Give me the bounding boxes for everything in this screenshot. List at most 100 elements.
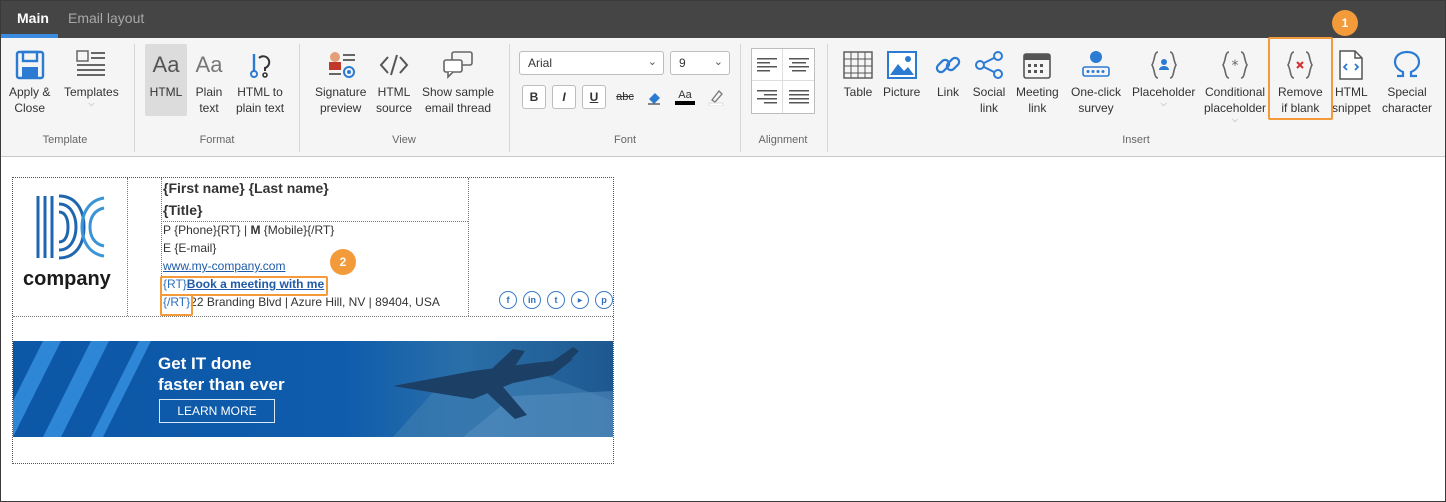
font-size-select[interactable]: 9 ⌄ [670, 51, 730, 75]
highlighter-icon [708, 90, 724, 106]
company-name: company [23, 268, 111, 290]
remove-if-blank-label-2: if blank [1281, 101, 1320, 115]
group-label-alignment: Alignment [758, 134, 808, 146]
divider [740, 44, 741, 152]
conditional-placeholder-label-2: placeholder [1204, 101, 1267, 115]
strikethrough-button[interactable]: abc [613, 85, 637, 109]
conditional-placeholder-button[interactable]: * Conditional placeholder ⌵ [1204, 48, 1266, 124]
align-center-button[interactable] [783, 49, 814, 81]
special-character-label-1: Special [1387, 85, 1427, 99]
sample-thread-button[interactable]: Show sample email thread [422, 48, 494, 116]
conditional-placeholder-label-1: Conditional [1205, 85, 1266, 99]
chevron-down-icon: ⌵ [1160, 99, 1167, 108]
ribbon: Apply & Close Templates ⌵ Template Aa HT… [1, 37, 1445, 157]
italic-button[interactable]: I [552, 85, 576, 109]
html-snippet-button[interactable]: HTML snippet [1332, 48, 1371, 116]
divider [509, 44, 510, 152]
remove-if-blank-icon [1283, 48, 1317, 82]
align-right-button[interactable] [752, 81, 783, 113]
bold-button[interactable]: B [522, 85, 546, 109]
group-label-view: View [392, 134, 416, 146]
group-label-insert: Insert [1122, 134, 1150, 146]
html-snippet-icon [1334, 48, 1368, 82]
save-icon [13, 48, 47, 82]
underline-button[interactable]: U [582, 85, 606, 109]
link-button[interactable]: Link [931, 48, 965, 100]
social-link-button[interactable]: Social link [972, 48, 1006, 116]
omega-icon [1390, 48, 1424, 82]
signature-editor[interactable]: company {First name} {Last name} {Title}… [1, 158, 1445, 501]
code-icon [377, 48, 411, 82]
link-icon [931, 48, 965, 82]
html-format-button[interactable]: Aa HTML [149, 48, 183, 100]
font-color-button[interactable]: Aa [673, 85, 697, 109]
clear-format-button[interactable] [643, 85, 667, 109]
chevron-down-icon: ⌵ [1231, 115, 1239, 124]
signature-preview-button[interactable]: Signature preview [315, 48, 366, 116]
cell-border [468, 178, 469, 316]
remove-if-blank-button[interactable]: Remove if blank [1278, 48, 1323, 116]
picture-button[interactable]: Picture [883, 48, 920, 100]
social-link-label-2: link [979, 101, 998, 115]
phone-line: P {Phone}{RT} | M {Mobile}{/RT} [163, 223, 334, 237]
survey-icon [1079, 48, 1113, 82]
svg-text:*: * [1232, 58, 1239, 74]
signature-preview-label-2: preview [320, 101, 362, 115]
align-left-button[interactable] [752, 49, 783, 81]
rt-open-tag: {RT} [163, 277, 187, 291]
align-left-icon [757, 57, 777, 71]
placeholder-button[interactable]: Placeholder ⌵ [1132, 48, 1195, 108]
mobile-label: M [250, 223, 261, 237]
apply-close-label-1: Apply & [9, 85, 51, 99]
html-to-plain-label-1: HTML to [237, 85, 283, 99]
highlight-button[interactable] [704, 85, 728, 109]
pinterest-icon[interactable]: p [595, 291, 613, 309]
table-icon [841, 48, 875, 82]
align-justify-button[interactable] [783, 81, 814, 113]
table-button[interactable]: Table [841, 48, 875, 100]
alignment-grid [751, 48, 815, 114]
twitter-icon[interactable]: t [547, 291, 565, 309]
cell-border [127, 178, 128, 316]
html-to-plain-button[interactable]: HTML to plain text [236, 48, 284, 116]
special-character-button[interactable]: Special character [1382, 48, 1432, 116]
placeholder-icon [1147, 48, 1181, 82]
apply-close-button[interactable]: Apply & Close [9, 48, 50, 116]
font-family-select[interactable]: Arial ⌄ [519, 51, 664, 75]
meeting-link-label-1: Meeting [1016, 85, 1059, 99]
phone-sep: | [240, 223, 251, 237]
linkedin-icon[interactable]: in [523, 291, 541, 309]
templates-button[interactable]: Templates ⌵ [64, 48, 119, 108]
plain-text-button[interactable]: Aa Plain text [192, 48, 226, 116]
banner-headline: Get IT done faster than ever [158, 354, 285, 394]
html-source-button[interactable]: HTML source [376, 48, 412, 116]
phone-value: {Phone}{RT} [174, 223, 241, 237]
placeholder-label: Placeholder [1132, 85, 1196, 99]
meeting-link[interactable]: Book a meeting with me [187, 277, 324, 291]
survey-button[interactable]: One-click survey [1071, 48, 1121, 116]
font-color-swatch [675, 101, 695, 105]
tab-email-layout[interactable]: Email layout [68, 10, 144, 26]
remove-if-blank-label-1: Remove [1278, 85, 1323, 99]
picture-icon [885, 48, 919, 82]
name-line: {First name} {Last name} [163, 180, 329, 196]
meeting-link-button[interactable]: Meeting link [1016, 48, 1059, 116]
facebook-icon[interactable]: f [499, 291, 517, 309]
address-text: 22 Branding Blvd | Azure Hill, NV | 8940… [190, 295, 440, 309]
align-right-icon [757, 90, 777, 104]
table-label: Table [843, 85, 873, 99]
learn-more-button[interactable]: LEARN MORE [159, 399, 275, 423]
youtube-icon[interactable]: ▶ [571, 291, 589, 309]
rt-close-tag: {/RT} [163, 295, 191, 309]
calendar-icon [1020, 48, 1054, 82]
survey-label-2: survey [1078, 101, 1114, 115]
signature-preview-label-1: Signature [315, 85, 367, 99]
plain-text-label-2: text [199, 101, 219, 115]
promo-banner[interactable]: Get IT done faster than ever LEARN MORE [13, 341, 613, 437]
website-link[interactable]: www.my-company.com [163, 259, 285, 273]
tab-main[interactable]: Main [17, 10, 49, 26]
sample-thread-label-2: email thread [425, 101, 492, 115]
plain-text-label-1: Plain [195, 85, 223, 99]
company-logo-mark [36, 194, 105, 260]
html-to-plain-label-2: plain text [236, 101, 285, 115]
